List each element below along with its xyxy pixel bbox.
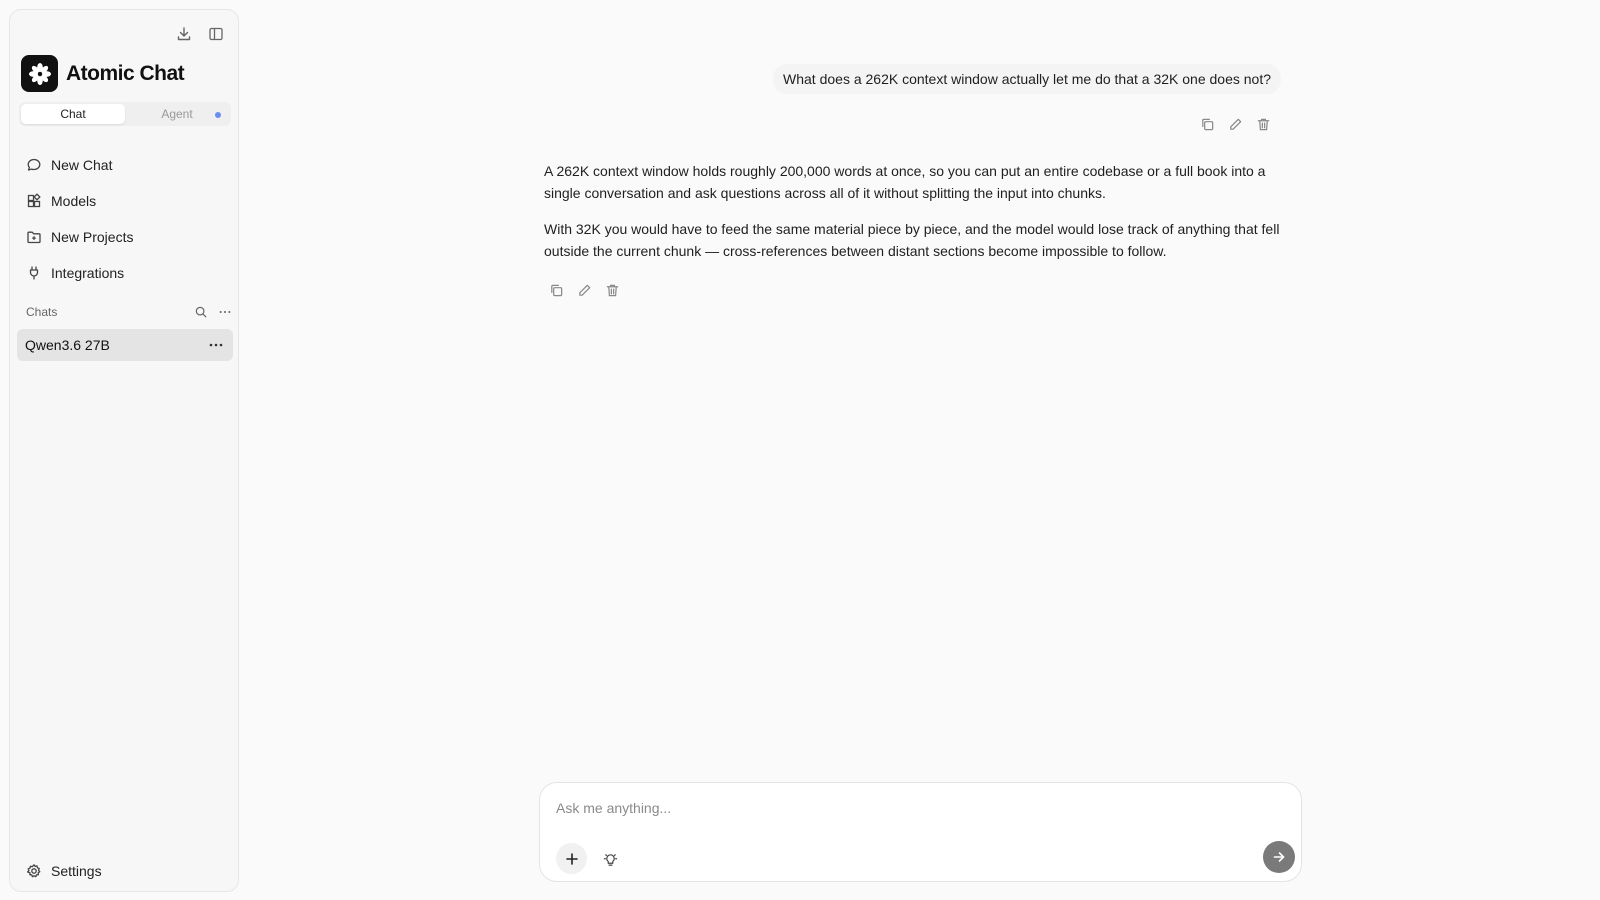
chats-section-label: Chats bbox=[26, 305, 58, 319]
app-window: Atomic Chat Chat Agent New Chat Models N… bbox=[0, 0, 1600, 900]
copy-icon[interactable] bbox=[547, 281, 565, 299]
chat-item-more-icon[interactable] bbox=[207, 336, 225, 354]
sidebar-top-icons bbox=[174, 24, 226, 44]
atomic-logo-icon bbox=[21, 55, 58, 92]
lightbulb-icon[interactable] bbox=[600, 849, 620, 869]
sidebar: Atomic Chat Chat Agent New Chat Models N… bbox=[9, 9, 239, 892]
nav-integrations-label: Integrations bbox=[51, 265, 125, 281]
delete-icon[interactable] bbox=[603, 281, 621, 299]
brand: Atomic Chat bbox=[21, 55, 185, 92]
user-message-actions bbox=[1198, 115, 1272, 133]
models-grid-icon bbox=[27, 193, 41, 208]
plus-icon bbox=[565, 852, 578, 865]
assistant-message: A 262K context window holds roughly 200,… bbox=[544, 160, 1296, 276]
mode-toggle: Chat Agent bbox=[19, 102, 231, 126]
arrow-right-icon bbox=[1273, 852, 1285, 862]
plug-icon bbox=[29, 266, 39, 280]
nav-integrations[interactable]: Integrations bbox=[19, 255, 231, 291]
settings-label: Settings bbox=[51, 863, 102, 879]
edit-icon[interactable] bbox=[1226, 115, 1244, 133]
tab-agent[interactable]: Agent bbox=[125, 104, 229, 124]
settings-button[interactable]: Settings bbox=[26, 863, 102, 879]
send-button[interactable] bbox=[1263, 841, 1295, 873]
nav-models-label: Models bbox=[51, 193, 97, 209]
add-attachment-button[interactable] bbox=[556, 843, 587, 874]
edit-icon[interactable] bbox=[575, 281, 593, 299]
tab-chat[interactable]: Chat bbox=[21, 104, 125, 124]
nav-new-chat[interactable]: New Chat bbox=[19, 147, 231, 183]
message-composer bbox=[539, 782, 1302, 882]
assistant-paragraph: A 262K context window holds roughly 200,… bbox=[544, 163, 1266, 201]
app-name: Atomic Chat bbox=[66, 61, 185, 85]
delete-icon[interactable] bbox=[1254, 115, 1272, 133]
copy-icon[interactable] bbox=[1198, 115, 1216, 133]
chat-list: Qwen3.6 27B bbox=[17, 329, 233, 361]
nav-new-chat-label: New Chat bbox=[51, 157, 113, 173]
sidebar-toggle-icon[interactable] bbox=[206, 24, 226, 44]
download-icon[interactable] bbox=[174, 24, 194, 44]
message-input[interactable] bbox=[556, 797, 1256, 819]
folder-plus-icon bbox=[27, 231, 41, 244]
agent-status-dot bbox=[215, 112, 221, 118]
search-chats-icon[interactable] bbox=[192, 303, 210, 321]
assistant-paragraph: With 32K you would have to feed the same… bbox=[544, 221, 1280, 259]
chats-header: Chats bbox=[26, 303, 234, 321]
chat-list-item[interactable]: Qwen3.6 27B bbox=[17, 329, 233, 361]
nav-models[interactable]: Models bbox=[19, 183, 231, 219]
chat-bubble-icon bbox=[27, 158, 41, 171]
sidebar-nav: New Chat Models New Projects Integration… bbox=[19, 147, 231, 291]
user-message: What does a 262K context window actually… bbox=[773, 64, 1281, 94]
nav-new-projects[interactable]: New Projects bbox=[19, 219, 231, 255]
nav-new-projects-label: New Projects bbox=[51, 229, 134, 245]
assistant-message-actions bbox=[547, 281, 621, 299]
chats-more-icon[interactable] bbox=[216, 303, 234, 321]
gear-icon bbox=[26, 864, 41, 878]
chat-title: Qwen3.6 27B bbox=[25, 337, 110, 353]
